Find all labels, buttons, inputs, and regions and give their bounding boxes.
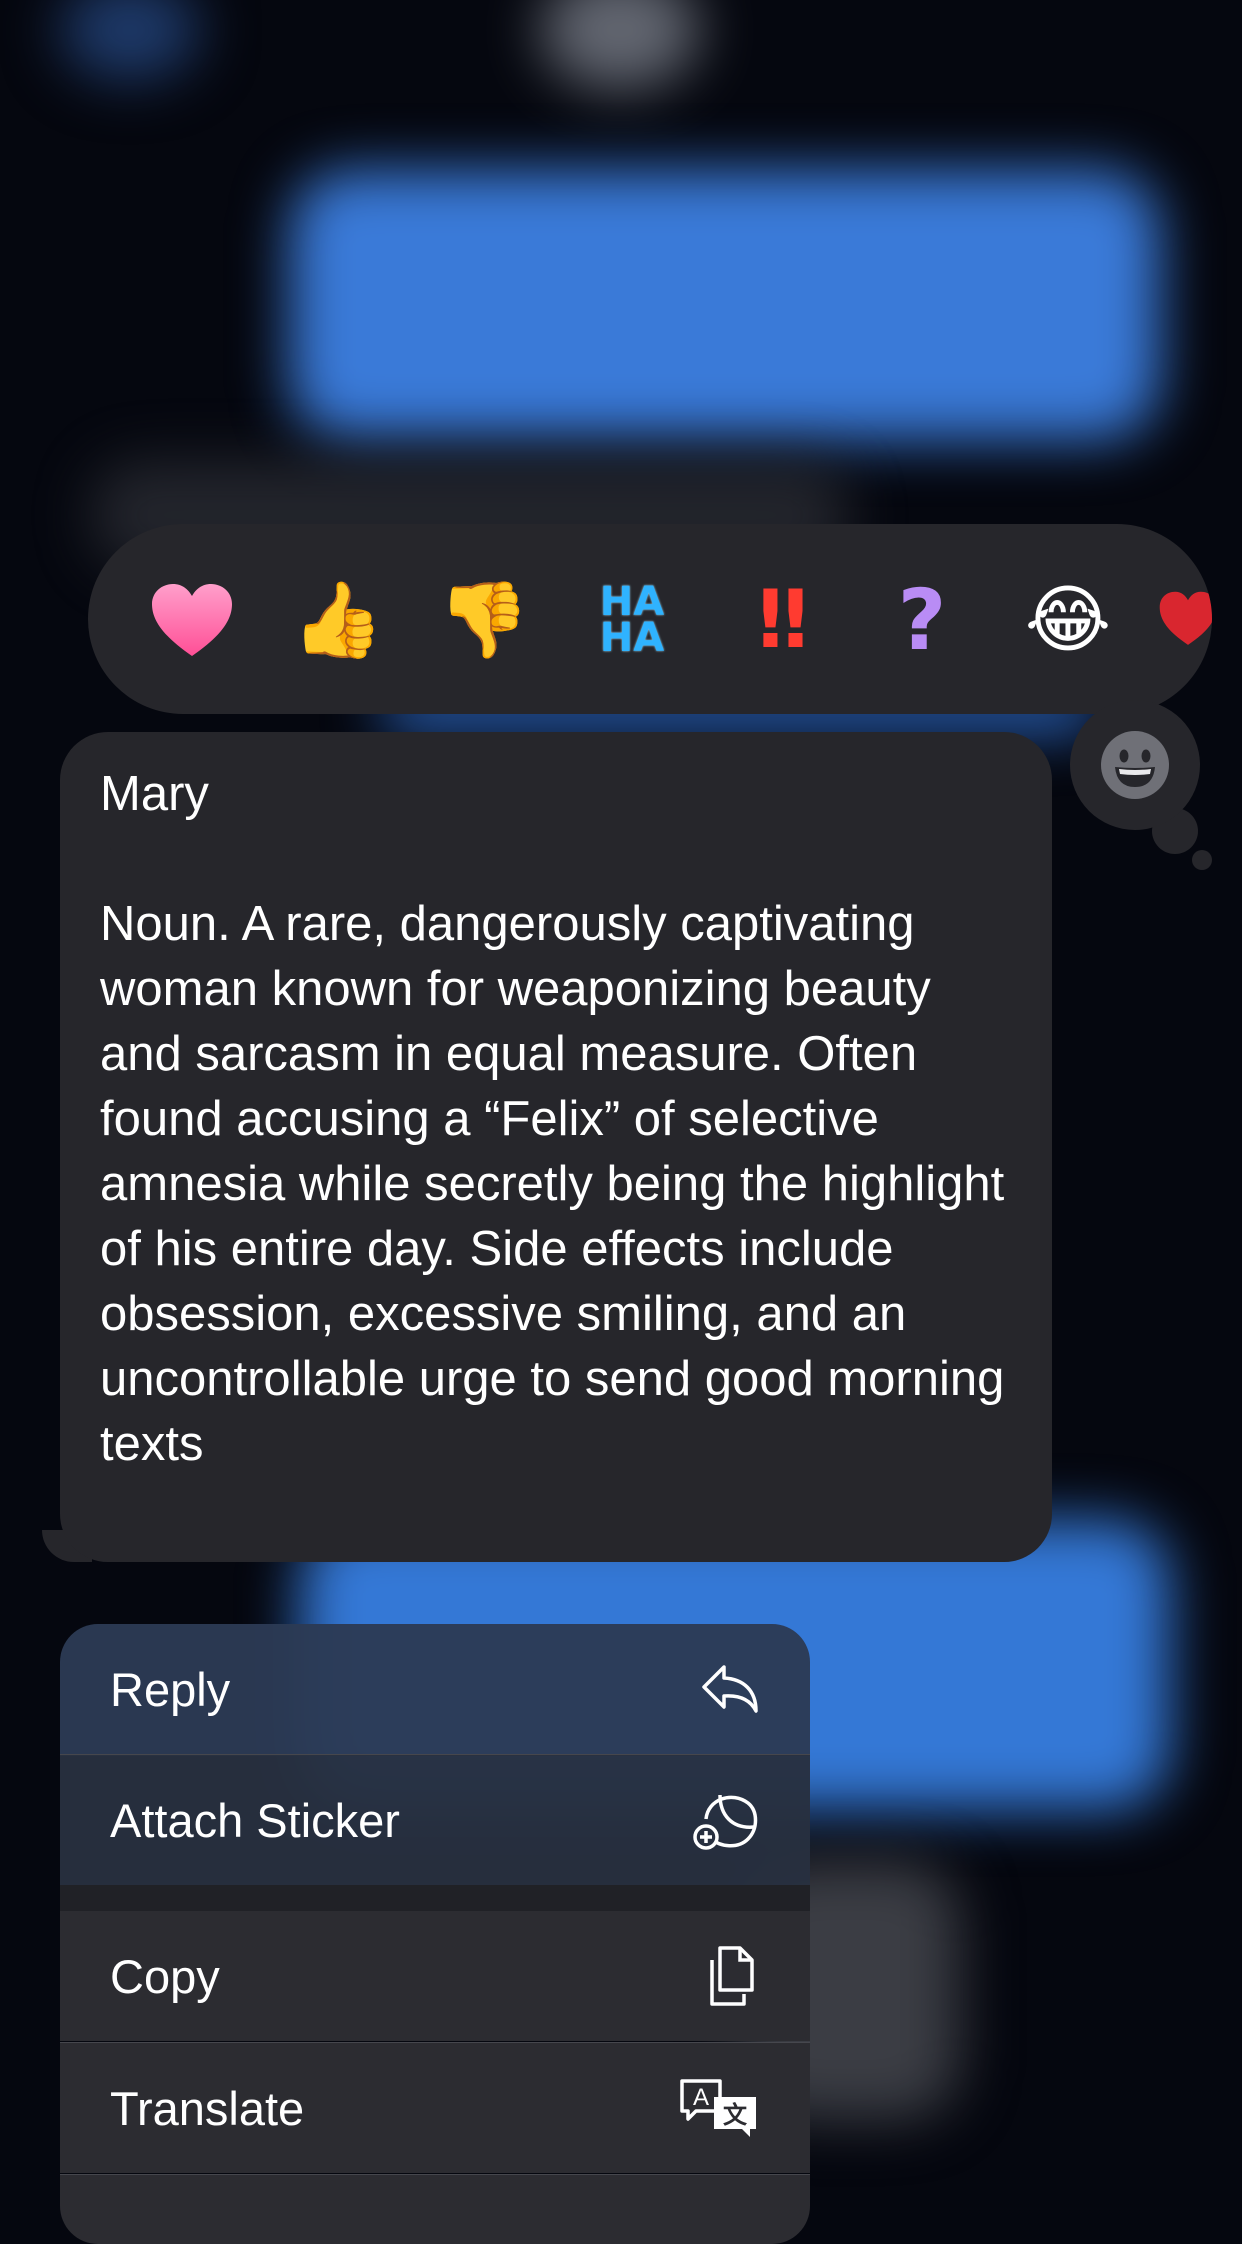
heart-reaction[interactable] (144, 572, 240, 668)
haha-icon: HA HA (599, 579, 665, 661)
question-reaction[interactable]: ? (874, 572, 970, 668)
copy-documents-icon (704, 1944, 760, 2008)
copy-menu-item[interactable]: Copy (60, 1911, 810, 2041)
translate-label: Translate (110, 2081, 305, 2135)
exclamation-reaction[interactable]: ‼ (728, 572, 824, 668)
translate-menu-item[interactable]: Translate A 文 (60, 2043, 810, 2173)
sticker-add-icon (692, 1789, 760, 1851)
blurred-avatar (60, 0, 200, 80)
add-reaction-button[interactable] (1070, 700, 1200, 830)
attach-sticker-label: Attach Sticker (110, 1793, 400, 1847)
translate-icon: A 文 (678, 2077, 760, 2139)
svg-text:A: A (693, 2084, 709, 2111)
question-mark-icon: ? (897, 571, 947, 669)
laughing-face-icon: 😂 (1024, 577, 1112, 663)
reply-menu-item[interactable]: Reply (60, 1624, 810, 1754)
copy-label: Copy (110, 1949, 220, 2003)
blurred-sent-message (290, 170, 1160, 440)
thumbs-down-icon: 👎 (437, 577, 531, 663)
reply-label: Reply (110, 1662, 231, 1716)
thumbs-down-reaction[interactable]: 👎 (436, 572, 532, 668)
reaction-bar: 👍 👎 HA HA ‼ ? 😂 (88, 524, 1212, 714)
haha-reaction[interactable]: HA HA (584, 572, 680, 668)
reaction-bubble-tail-dot (1192, 850, 1212, 870)
smiley-face-icon (1101, 731, 1169, 799)
heart-icon (152, 584, 232, 656)
double-exclamation-icon: ‼ (757, 573, 808, 666)
thumbs-up-icon: 👍 (291, 577, 385, 663)
message-text: Mary Noun. A rare, dangerously captivati… (100, 767, 1005, 1471)
red-heart-icon (1159, 591, 1212, 645)
message-bubble[interactable]: Mary Noun. A rare, dangerously captivati… (60, 732, 1052, 1562)
svg-text:文: 文 (723, 2101, 748, 2129)
attach-sticker-menu-item[interactable]: Attach Sticker (60, 1755, 810, 1885)
context-menu: Reply Attach Sticker Copy Translate A 文 (60, 1624, 810, 2244)
more-reaction-partial[interactable] (1158, 572, 1212, 668)
thumbs-up-reaction[interactable]: 👍 (290, 572, 386, 668)
laughing-reaction[interactable]: 😂 (1020, 572, 1116, 668)
blurred-header (540, 0, 700, 90)
menu-item-partial[interactable] (60, 2175, 810, 2244)
menu-section-separator (60, 1885, 810, 1911)
reply-arrow-icon (700, 1663, 760, 1715)
